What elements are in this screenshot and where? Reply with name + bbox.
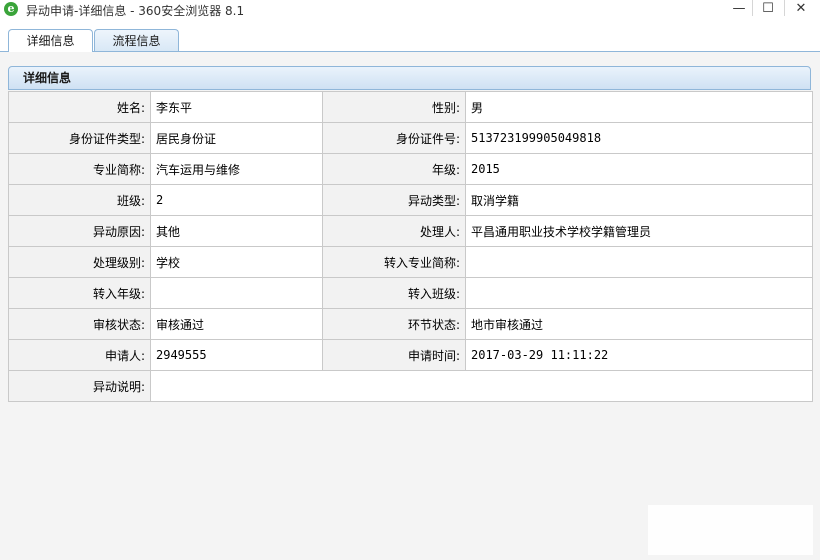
handler-value: 平昌通用职业技术学校学籍管理员 xyxy=(465,215,813,247)
gender-label: 性别: xyxy=(322,91,466,123)
id-type-label: 身份证件类型: xyxy=(8,122,151,154)
review-status-value: 审核通过 xyxy=(150,308,323,340)
transfer-major-label: 转入专业简称: xyxy=(322,246,466,278)
change-note-label: 异动说明: xyxy=(8,370,151,402)
gender-value: 男 xyxy=(465,91,813,123)
change-reason-label: 异动原因: xyxy=(8,215,151,247)
change-type-label: 异动类型: xyxy=(322,184,466,216)
class-label: 班级: xyxy=(8,184,151,216)
handler-label: 处理人: xyxy=(322,215,466,247)
transfer-class-label: 转入班级: xyxy=(322,277,466,309)
apply-time-label: 申请时间: xyxy=(322,339,466,371)
stage-status-value: 地市审核通过 xyxy=(465,308,813,340)
review-status-label: 审核状态: xyxy=(8,308,151,340)
table-row: 专业简称: 汽车运用与维修 年级: 2015 xyxy=(8,153,813,185)
major-value: 汽车运用与维修 xyxy=(150,153,323,185)
change-type-value: 取消学籍 xyxy=(465,184,813,216)
transfer-major-value xyxy=(465,246,813,278)
grade-label: 年级: xyxy=(322,153,466,185)
name-label: 姓名: xyxy=(8,91,151,123)
minimize-button[interactable]: — xyxy=(724,0,754,18)
detail-table: 姓名: 李东平 性别: 男 身份证件类型: 居民身份证 身份证件号: 51372… xyxy=(8,91,813,402)
stage-status-label: 环节状态: xyxy=(322,308,466,340)
transfer-class-value xyxy=(465,277,813,309)
panel-title: 详细信息 xyxy=(8,66,811,90)
table-row: 处理级别: 学校 转入专业简称: xyxy=(8,246,813,278)
class-value: 2 xyxy=(150,184,323,216)
applicant-value: 2949555 xyxy=(150,339,323,371)
tab-process-info[interactable]: 流程信息 xyxy=(94,29,179,51)
maximize-button[interactable]: ☐ xyxy=(753,0,783,18)
close-button[interactable]: ✕ xyxy=(786,0,816,18)
id-number-value: 513723199905049818 xyxy=(465,122,813,154)
table-row: 申请人: 2949555 申请时间: 2017-03-29 11:11:22 xyxy=(8,339,813,371)
titlebar-divider xyxy=(784,0,785,16)
table-row: 转入年级: 转入班级: xyxy=(8,277,813,309)
name-value: 李东平 xyxy=(150,91,323,123)
change-note-value xyxy=(150,370,813,402)
table-row: 身份证件类型: 居民身份证 身份证件号: 513723199905049818 xyxy=(8,122,813,154)
watermark xyxy=(648,505,813,555)
table-row: 姓名: 李东平 性别: 男 xyxy=(8,91,813,123)
window-titlebar: e 异动申请-详细信息 - 360安全浏览器 8.1 — ☐ ✕ xyxy=(0,0,820,21)
transfer-grade-value xyxy=(150,277,323,309)
apply-time-value: 2017-03-29 11:11:22 xyxy=(465,339,813,371)
browser-logo-icon: e xyxy=(4,2,18,16)
grade-value: 2015 xyxy=(465,153,813,185)
window-title: 异动申请-详细信息 - 360安全浏览器 8.1 xyxy=(26,4,245,18)
applicant-label: 申请人: xyxy=(8,339,151,371)
major-label: 专业简称: xyxy=(8,153,151,185)
id-type-value: 居民身份证 xyxy=(150,122,323,154)
change-reason-value: 其他 xyxy=(150,215,323,247)
table-row: 异动原因: 其他 处理人: 平昌通用职业技术学校学籍管理员 xyxy=(8,215,813,247)
tab-detail-info[interactable]: 详细信息 xyxy=(8,29,93,52)
table-row: 审核状态: 审核通过 环节状态: 地市审核通过 xyxy=(8,308,813,340)
id-number-label: 身份证件号: xyxy=(322,122,466,154)
handling-level-value: 学校 xyxy=(150,246,323,278)
table-row: 班级: 2 异动类型: 取消学籍 xyxy=(8,184,813,216)
table-row: 异动说明: xyxy=(8,370,813,402)
handling-level-label: 处理级别: xyxy=(8,246,151,278)
transfer-grade-label: 转入年级: xyxy=(8,277,151,309)
